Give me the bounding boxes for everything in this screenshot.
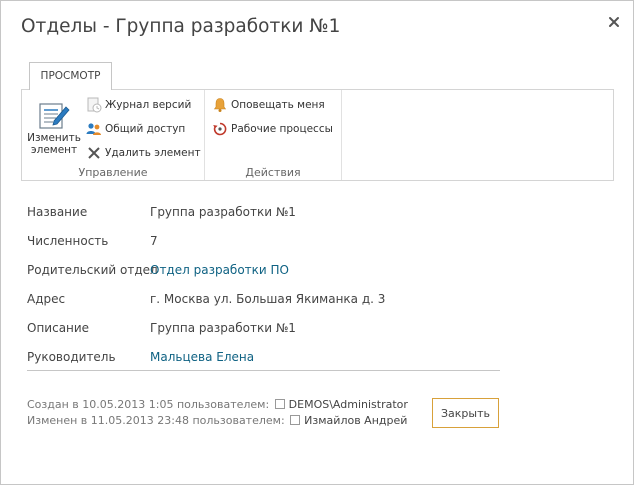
ribbon-group-manage: Изменить элемент Журнал версий Общий дос… bbox=[22, 90, 205, 180]
field-label: Родительский отдел bbox=[27, 263, 158, 277]
parent-department-link[interactable]: Отдел разработки ПО bbox=[150, 263, 289, 277]
delete-item-label: Удалить элемент bbox=[105, 147, 201, 159]
workflow-icon bbox=[213, 122, 227, 136]
workflows-label: Рабочие процессы bbox=[231, 123, 333, 135]
shared-with-button[interactable]: Общий доступ bbox=[86, 119, 185, 139]
version-history-icon bbox=[87, 97, 102, 113]
field-value: 7 bbox=[150, 234, 158, 248]
close-button[interactable]: Закрыть bbox=[432, 398, 499, 428]
ribbon-group-actions-label: Действия bbox=[245, 166, 301, 179]
presence-icon bbox=[290, 415, 301, 425]
modified-info: Изменен в 11.05.2013 23:48 пользователем… bbox=[27, 414, 407, 427]
shared-with-icon bbox=[86, 123, 101, 135]
presence-icon bbox=[274, 399, 285, 409]
ribbon: Изменить элемент Журнал версий Общий дос… bbox=[21, 89, 614, 181]
ribbon-group-actions: Оповещать меня Рабочие процессы Действия bbox=[205, 90, 342, 180]
field-label: Название bbox=[27, 205, 88, 219]
delete-item-button[interactable]: Удалить элемент bbox=[86, 143, 201, 163]
field-label: Руководитель bbox=[27, 350, 116, 364]
created-user[interactable]: DEMOS\Administrator bbox=[289, 398, 408, 411]
field-label: Адрес bbox=[27, 292, 66, 306]
ribbon-group-manage-label: Управление bbox=[78, 166, 148, 179]
created-info: Создан в 10.05.2013 1:05 пользователем: … bbox=[27, 398, 408, 411]
alert-me-label: Оповещать меня bbox=[231, 99, 325, 111]
field-label: Численность bbox=[27, 234, 109, 248]
modified-user[interactable]: Измайлов Андрей bbox=[304, 414, 407, 427]
manager-link[interactable]: Мальцева Елена bbox=[150, 350, 254, 364]
item-dialog: Отделы - Группа разработки №1 ПРОСМОТР И… bbox=[0, 0, 634, 485]
field-value: Группа разработки №1 bbox=[150, 205, 296, 219]
delete-icon bbox=[88, 147, 100, 159]
divider bbox=[27, 370, 500, 371]
edit-item-button[interactable]: Изменить элемент bbox=[24, 98, 84, 158]
workflows-button[interactable]: Рабочие процессы bbox=[212, 119, 333, 139]
edit-item-label-line2: элемент bbox=[30, 144, 78, 156]
alert-me-button[interactable]: Оповещать меня bbox=[212, 95, 325, 115]
field-label: Описание bbox=[27, 321, 90, 335]
modified-prefix: Изменен в 11.05.2013 23:48 пользователем… bbox=[27, 414, 285, 427]
dialog-title: Отделы - Группа разработки №1 bbox=[21, 16, 341, 37]
close-icon[interactable] bbox=[603, 11, 625, 33]
bell-icon bbox=[213, 98, 227, 112]
edit-item-icon bbox=[39, 103, 70, 129]
version-history-label: Журнал версий bbox=[105, 99, 192, 111]
edit-item-label-line1: Изменить bbox=[27, 132, 81, 144]
field-value: Группа разработки №1 bbox=[150, 321, 296, 335]
created-prefix: Создан в 10.05.2013 1:05 пользователем: bbox=[27, 398, 270, 411]
tab-view[interactable]: ПРОСМОТР bbox=[29, 62, 112, 90]
shared-with-label: Общий доступ bbox=[105, 123, 186, 135]
field-value: г. Москва ул. Большая Якиманка д. 3 bbox=[150, 292, 386, 306]
version-history-button[interactable]: Журнал версий bbox=[86, 95, 191, 115]
